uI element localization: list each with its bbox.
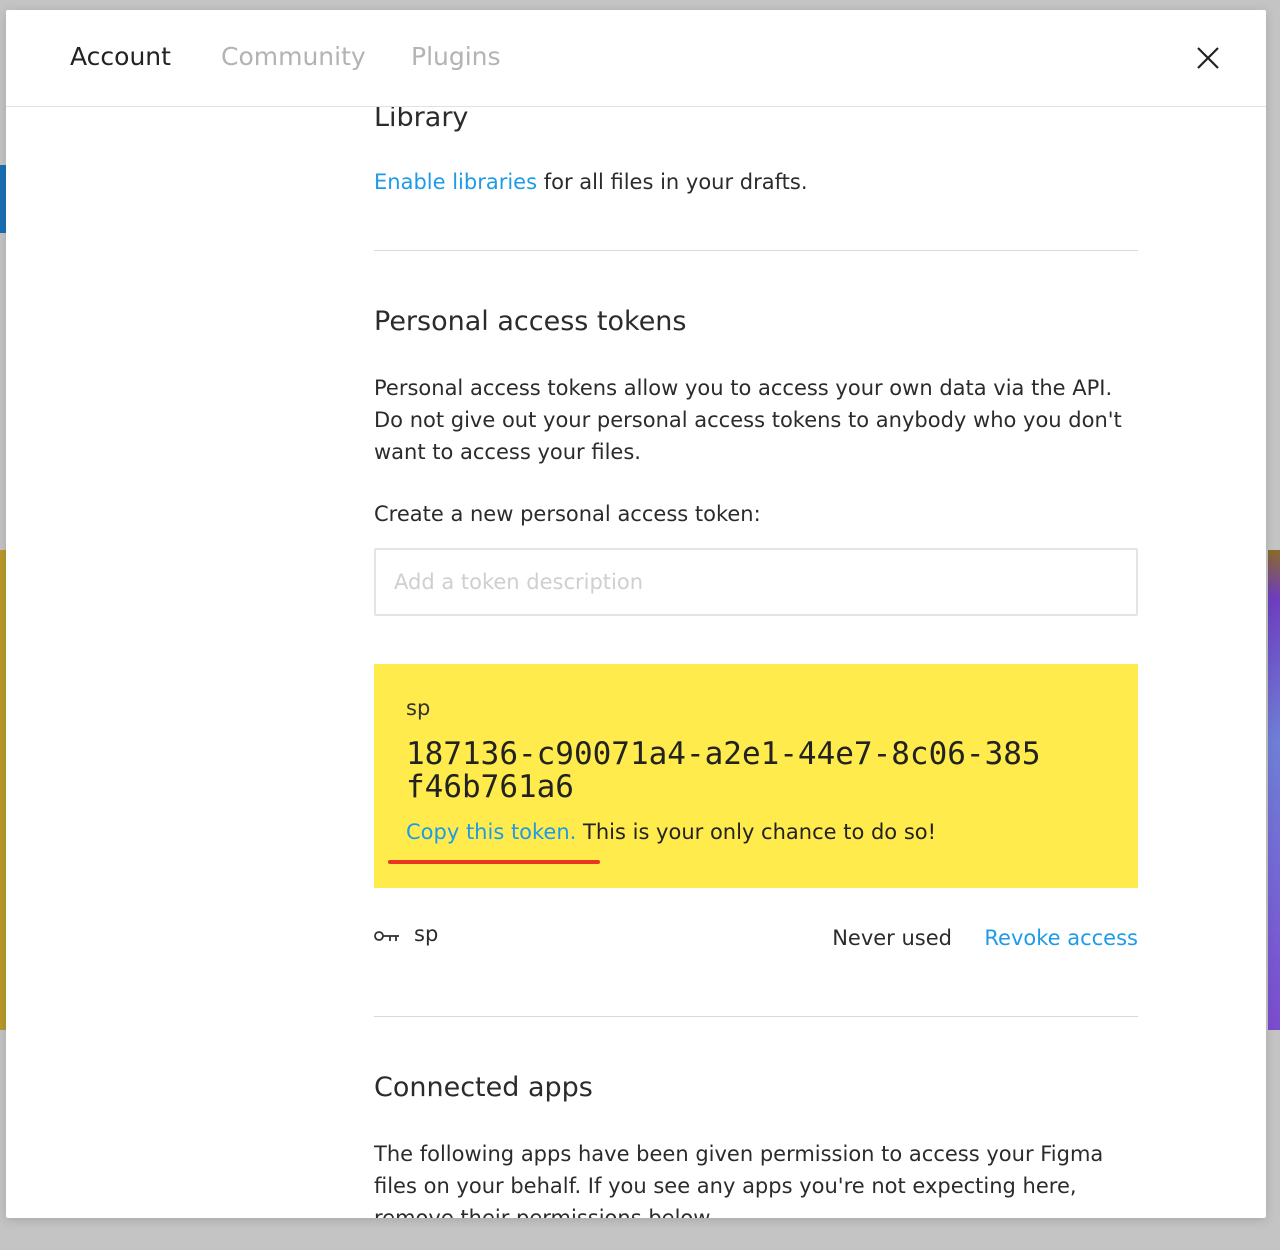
tokens-heading: Personal access tokens <box>374 306 687 337</box>
copy-token-link[interactable]: Copy this token. <box>406 820 576 844</box>
settings-content: Library Enable libraries for all files i… <box>374 106 1138 1218</box>
connected-apps-description: The following apps have been given permi… <box>374 1142 1104 1218</box>
close-icon[interactable] <box>1194 44 1222 72</box>
divider <box>374 1016 1138 1017</box>
library-heading: Library <box>374 106 469 133</box>
new-token-value[interactable]: 187136-c90071a4-a2e1-44e7-8c06-385f46b76… <box>406 738 1046 804</box>
background-right-panel <box>1268 550 1280 1030</box>
library-text-suffix: for all files in your drafts. <box>537 170 808 194</box>
new-token-name: sp <box>406 696 431 720</box>
connected-apps-heading: Connected apps <box>374 1072 593 1103</box>
token-last-used: Never used <box>832 926 952 950</box>
create-token-label: Create a new personal access token: <box>374 502 761 526</box>
library-text: Enable libraries for all files in your d… <box>374 170 808 194</box>
token-warning-text: This is your only chance to do so! <box>576 820 937 844</box>
tokens-description: Personal access tokens allow you to acce… <box>374 376 1122 464</box>
token-list-name: sp <box>414 922 439 946</box>
annotation-underline <box>388 860 600 864</box>
token-description-input[interactable] <box>374 548 1138 616</box>
new-token-box: sp 187136-c90071a4-a2e1-44e7-8c06-385f46… <box>374 664 1138 888</box>
divider <box>374 250 1138 251</box>
enable-libraries-link[interactable]: Enable libraries <box>374 170 537 194</box>
token-list-row: sp Never used Revoke access <box>374 918 1138 958</box>
tab-plugins[interactable]: Plugins <box>411 42 501 71</box>
token-warning: Copy this token. This is your only chanc… <box>388 820 1106 864</box>
tab-community[interactable]: Community <box>221 42 366 71</box>
tab-account[interactable]: Account <box>70 42 171 71</box>
settings-modal: Account Community Plugins Library Enable… <box>6 10 1266 1218</box>
modal-header: Account Community Plugins <box>6 10 1266 107</box>
key-icon <box>374 924 400 948</box>
revoke-access-link[interactable]: Revoke access <box>984 926 1138 950</box>
